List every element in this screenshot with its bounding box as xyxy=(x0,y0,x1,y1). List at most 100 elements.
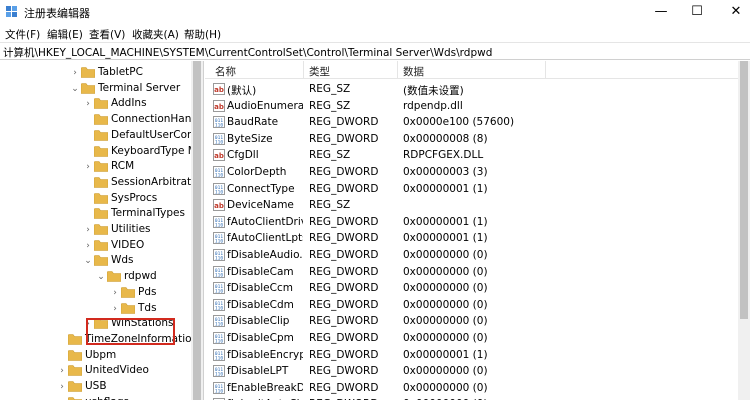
column-data-header[interactable]: 数据 xyxy=(403,64,424,79)
collapsed-chevron-icon[interactable] xyxy=(83,130,93,142)
value-name: BaudRate xyxy=(227,116,279,129)
collapsed-chevron-icon[interactable] xyxy=(83,114,93,126)
svg-text:110: 110 xyxy=(215,189,223,195)
collapsed-chevron-icon[interactable]: › xyxy=(57,365,67,377)
svg-text:ab: ab xyxy=(214,152,224,160)
value-type: REG_DWORD xyxy=(309,232,379,245)
value-row[interactable]: 011 110 fDisableAudio... REG_DWORD 0x0000000… xyxy=(205,247,738,264)
value-row[interactable]: 011 110 fDisableCpm REG_DWORD 0x00000000 (0) xyxy=(205,330,738,347)
key-tree: › TabletPC ⌄ Terminal Server › AddIns Connecti… xyxy=(0,61,204,400)
address-path[interactable]: 计算机\HKEY_LOCAL_MACHINE\SYSTEM\CurrentCon… xyxy=(3,45,492,60)
svg-text:110: 110 xyxy=(215,123,223,129)
value-name: fDisableAudio... xyxy=(227,249,303,261)
svg-text:110: 110 xyxy=(215,256,223,262)
value-type: REG_DWORD xyxy=(309,215,379,228)
collapsed-chevron-icon[interactable]: › xyxy=(57,381,67,393)
value-row[interactable]: ab DeviceName REG_SZ xyxy=(205,197,738,214)
menu-view[interactable]: 查看(V) xyxy=(89,27,125,42)
menu-file[interactable]: 文件(F) xyxy=(5,27,40,42)
folder-icon xyxy=(94,145,108,157)
tree-item-label: Terminal Server xyxy=(98,81,181,94)
expanded-chevron-icon[interactable]: ⌄ xyxy=(96,271,106,283)
tree-scrollbar[interactable] xyxy=(191,61,203,400)
folder-icon xyxy=(94,255,108,267)
menu-edit[interactable]: 编辑(E) xyxy=(47,27,83,42)
column-type-header[interactable]: 类型 xyxy=(309,64,330,79)
value-row[interactable]: 011 110 fDisableLPT REG_DWORD 0x00000000 (0) xyxy=(205,363,738,380)
collapsed-chevron-icon[interactable] xyxy=(83,193,93,205)
collapsed-chevron-icon[interactable]: › xyxy=(110,287,120,299)
column-divider[interactable] xyxy=(303,61,304,79)
collapsed-chevron-icon[interactable] xyxy=(83,177,93,189)
value-row[interactable]: 011110fInheritAutoCl...REG_DWORD0x000000… xyxy=(205,396,738,400)
maximize-button[interactable]: ☐ xyxy=(675,0,719,24)
string-value-icon: ab xyxy=(213,99,225,112)
list-header: 名称 类型 数据 xyxy=(205,61,738,79)
column-divider[interactable] xyxy=(545,61,546,79)
selected-key-highlight xyxy=(86,318,175,345)
expanded-chevron-icon[interactable]: ⌄ xyxy=(70,83,80,95)
value-row[interactable]: 011 110 fDisableClip REG_DWORD 0x00000000 (0… xyxy=(205,313,738,330)
collapsed-chevron-icon[interactable]: › xyxy=(110,303,120,315)
collapsed-chevron-icon[interactable]: › xyxy=(83,98,93,110)
value-row[interactable]: 011 110 fDisableCdm REG_DWORD 0x00000000 (0) xyxy=(205,297,738,314)
collapsed-chevron-icon[interactable] xyxy=(83,208,93,220)
value-data: 0x00000000 (0) xyxy=(403,365,488,378)
value-row[interactable]: 011 110 fAutoClientLpts REG_DWORD 0x00000001… xyxy=(205,230,738,247)
value-row[interactable]: 011 110 fDisableCam REG_DWORD 0x00000000 (0) xyxy=(205,264,738,281)
value-row[interactable]: ab CfgDll REG_SZ RDPCFGEX.DLL xyxy=(205,147,738,164)
value-type: REG_DWORD xyxy=(309,298,379,311)
tree-item-label: Pds xyxy=(138,285,157,298)
menu-favorites[interactable]: 收藏夹(A) xyxy=(132,27,179,42)
value-type: REG_DWORD xyxy=(309,315,379,328)
value-row[interactable]: 011110fAutoClientDriv... REG_DWORD 0x00000… xyxy=(205,214,738,231)
value-type: REG_DWORD xyxy=(309,166,379,178)
collapsed-chevron-icon[interactable] xyxy=(83,146,93,158)
column-divider[interactable] xyxy=(397,61,398,79)
expanded-chevron-icon[interactable]: ⌄ xyxy=(83,255,93,267)
folder-icon xyxy=(94,224,108,235)
value-row[interactable]: 011 110 ByteSize REG_DWORD 0x00000008 (8) xyxy=(205,131,738,148)
binary-value-icon: 011110 xyxy=(213,298,225,311)
value-name: fDisableCdm xyxy=(227,298,294,311)
registry-app-icon xyxy=(6,6,17,17)
menu-bar: 文件(F) 编辑(E) 查看(V) 收藏夹(A) 帮助(H) xyxy=(0,24,750,42)
values-scrollbar[interactable] xyxy=(738,61,750,400)
value-row[interactable]: 011 110 ColorDepth REG_DWORD 0x00000003 (3) xyxy=(205,164,738,181)
value-row[interactable]: 011110fEnableBreakD... REG_DWORD 0x0000000… xyxy=(205,380,738,397)
value-name: fDisableLPT xyxy=(227,365,289,378)
string-value-icon: ab xyxy=(213,149,225,162)
collapsed-chevron-icon[interactable]: › xyxy=(83,161,93,173)
value-name: fAutoClientLpts xyxy=(227,232,303,245)
collapsed-chevron-icon[interactable]: › xyxy=(70,67,80,79)
value-name: (默认) xyxy=(227,85,257,97)
string-value-icon: ab xyxy=(213,199,225,212)
collapsed-chevron-icon[interactable] xyxy=(57,334,67,346)
menu-help[interactable]: 帮助(H) xyxy=(184,27,221,42)
value-row[interactable]: 011 110 fDisableCcm REG_DWORD 0x00000000 (0) xyxy=(205,280,738,297)
binary-value-icon: 011110 xyxy=(213,381,225,394)
close-button[interactable]: ✕ xyxy=(714,0,750,24)
tree-scrollbar-thumb[interactable] xyxy=(193,61,201,400)
collapsed-chevron-icon[interactable] xyxy=(57,350,67,362)
binary-value-icon: 011110 xyxy=(213,315,225,328)
value-data: 0x00000000 (0) xyxy=(403,249,488,261)
folder-icon xyxy=(94,208,108,220)
tree-item-label: AddIns xyxy=(111,97,147,110)
svg-text:ab: ab xyxy=(214,202,224,210)
value-data: rdpendp.dll xyxy=(403,99,463,112)
value-row[interactable]: 011 110 BaudRate REG_DWORD 0x0000e100 (57600… xyxy=(205,114,738,131)
value-name: AudioEnumera... xyxy=(227,99,303,112)
values-scrollbar-thumb[interactable] xyxy=(740,61,748,319)
address-bar[interactable]: 计算机\HKEY_LOCAL_MACHINE\SYSTEM\CurrentCon… xyxy=(0,42,750,60)
column-name-header[interactable]: 名称 xyxy=(215,64,236,79)
value-data: 0x00000001 (1) xyxy=(403,232,488,245)
binary-value-icon: 011110 xyxy=(213,332,225,344)
value-row[interactable]: 011 110 ConnectType REG_DWORD 0x00000001 (1) xyxy=(205,181,738,198)
collapsed-chevron-icon[interactable]: › xyxy=(83,240,93,252)
value-row[interactable]: abAudioEnumera... REG_SZ rdpendp.dll xyxy=(205,98,738,115)
value-name: ByteSize xyxy=(227,132,273,145)
collapsed-chevron-icon[interactable]: › xyxy=(83,224,93,236)
value-row[interactable]: ab (默认) REG_SZ (数值未设置) xyxy=(205,81,738,98)
value-row[interactable]: 011110fDisableEncryp... REG_DWORD 0x000000… xyxy=(205,347,738,364)
